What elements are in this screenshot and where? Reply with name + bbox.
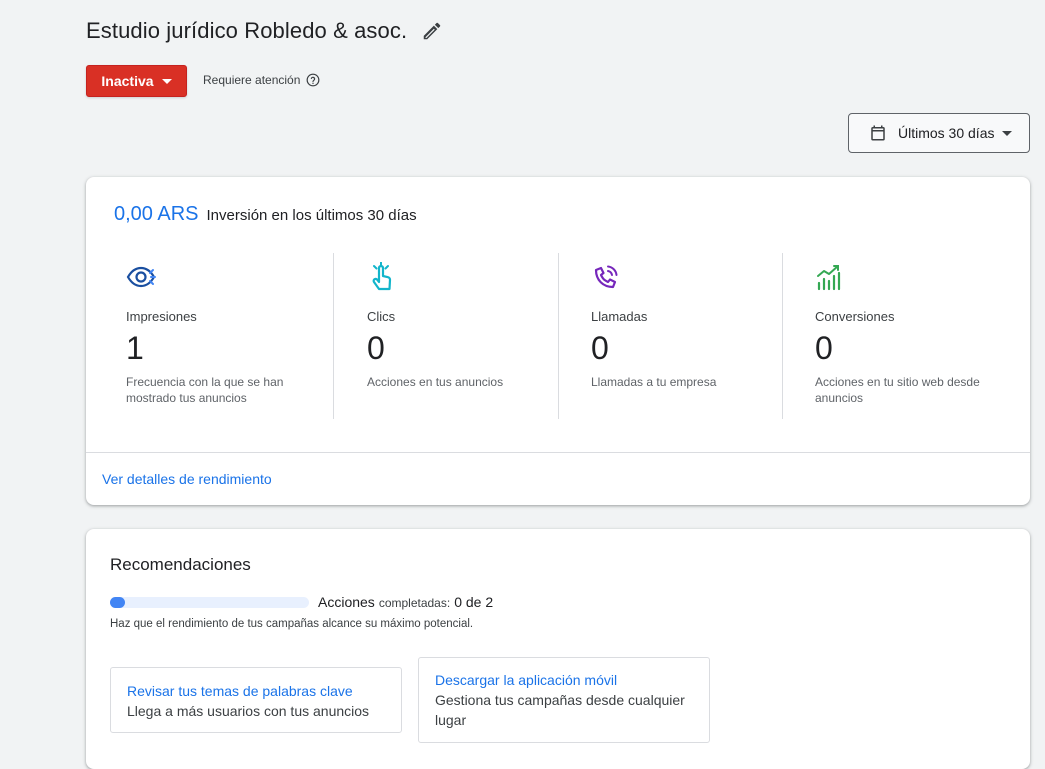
pencil-icon[interactable] xyxy=(421,20,443,42)
tile-title[interactable]: Revisar tus temas de palabras clave xyxy=(127,681,385,701)
date-range-label: Últimos 30 días xyxy=(898,125,995,141)
metric-label: Llamadas xyxy=(591,309,648,324)
metric-description: Acciones en tu sitio web desde anuncios xyxy=(815,375,980,405)
spend-summary: 0,00 ARS Inversión en los últimos 30 día… xyxy=(114,203,417,226)
page-header: Estudio jurídico Robledo & asoc. xyxy=(86,18,443,44)
metric-description: Llamadas a tu empresa xyxy=(591,375,717,389)
campaign-status-dropdown[interactable]: Inactiva xyxy=(86,65,187,97)
metric-label: Clics xyxy=(367,309,396,324)
progress-label: Acciones xyxy=(318,594,375,610)
performance-card: 0,00 ARS Inversión en los últimos 30 día… xyxy=(86,177,1030,505)
status-label: Inactiva xyxy=(101,73,154,89)
divider xyxy=(333,253,334,419)
metric-value: 0 xyxy=(367,330,385,366)
trend-chart-icon xyxy=(815,262,845,292)
recommendations-progress-bar xyxy=(110,597,309,608)
tile-description: Gestiona tus campañas desde cualquier lu… xyxy=(435,692,685,728)
metric-description: Acciones en tus anuncios xyxy=(367,375,504,389)
attention-notice: Requiere atención xyxy=(203,73,320,87)
divider xyxy=(558,253,559,419)
calendar-icon xyxy=(869,124,887,142)
metric-conversions: Conversiones 0 Acciones en tu sitio web … xyxy=(815,253,1039,419)
progress-label-small: completadas: xyxy=(378,596,451,610)
recommendations-card: Recomendaciones Acciones completadas: 0 … xyxy=(86,529,1030,769)
caret-down-icon xyxy=(161,78,172,84)
progress-count: 0 de 2 xyxy=(454,594,494,610)
recommendation-tile-keywords[interactable]: Revisar tus temas de palabras clave Lleg… xyxy=(110,667,402,733)
chevron-down-icon xyxy=(1002,130,1013,136)
spend-amount: 0,00 ARS xyxy=(114,203,199,225)
tile-title[interactable]: Descargar la aplicación móvil xyxy=(435,670,693,690)
metric-value: 0 xyxy=(815,330,833,366)
recommendations-subtitle: Haz que el rendimiento de tus campañas a… xyxy=(110,618,474,630)
metric-label: Conversiones xyxy=(815,309,895,324)
attention-text: Requiere atención xyxy=(203,73,301,87)
progress-fill xyxy=(110,597,125,608)
recommendation-tile-mobile-app[interactable]: Descargar la aplicación móvil Gestiona t… xyxy=(418,657,710,743)
phone-call-icon xyxy=(591,262,621,292)
metric-value: 0 xyxy=(591,330,609,366)
date-range-selector[interactable]: Últimos 30 días xyxy=(848,113,1030,153)
help-icon[interactable] xyxy=(306,73,320,87)
divider xyxy=(86,452,1030,453)
recommendations-title: Recomendaciones xyxy=(110,555,251,574)
tap-icon xyxy=(367,261,397,292)
metric-label: Impresiones xyxy=(126,309,197,324)
progress-text: Acciones completadas: 0 de 2 xyxy=(318,594,493,610)
metric-impressions: Impresiones 1 Frecuencia con la que se h… xyxy=(126,253,350,419)
spend-label: Inversión en los últimos 30 días xyxy=(206,207,417,224)
metric-description: Frecuencia con la que se han mostrado tu… xyxy=(126,375,284,405)
eye-icon xyxy=(126,262,156,292)
metric-value: 1 xyxy=(126,330,144,366)
tile-description: Llega a más usuarios con tus anuncios xyxy=(127,703,370,719)
page-title: Estudio jurídico Robledo & asoc. xyxy=(86,18,408,43)
divider xyxy=(782,253,783,419)
performance-details-link[interactable]: Ver detalles de rendimiento xyxy=(102,471,272,487)
